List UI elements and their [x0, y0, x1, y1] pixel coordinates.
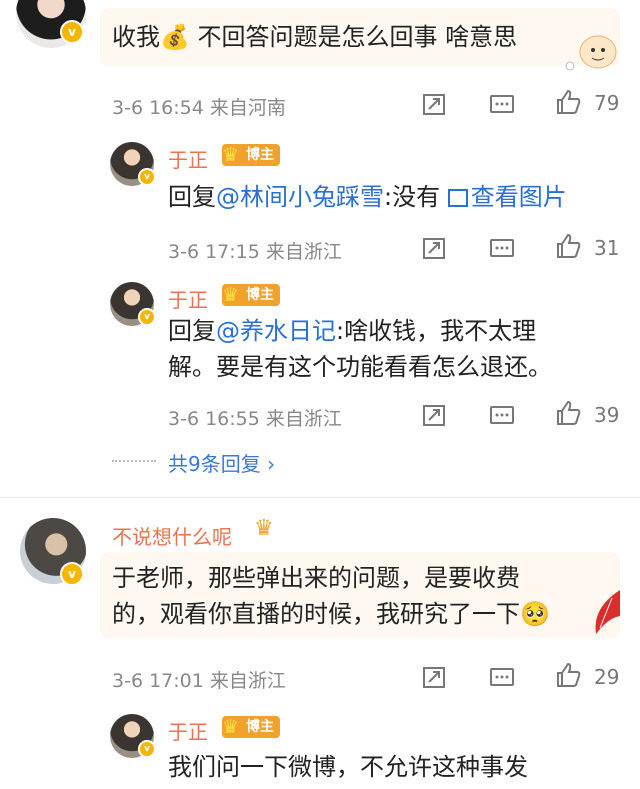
dotted-line [112, 460, 156, 462]
user-name[interactable]: 不说想什么呢 [112, 521, 232, 550]
crown-icon: ♛ [222, 716, 240, 738]
like-count: 31 [594, 236, 620, 260]
share-icon[interactable] [420, 401, 448, 429]
comment-meta: 3-6 17:15 来自浙江 [168, 241, 342, 263]
mention-link[interactable]: @养水日记 [216, 317, 336, 345]
share-icon[interactable] [420, 90, 448, 118]
thumbs-up-icon[interactable] [554, 232, 582, 260]
comment-text-line2: 的，观看你直播的时候，我研究了一下🥺 [112, 600, 550, 628]
thumbs-up-icon[interactable] [554, 399, 582, 427]
like-count: 29 [594, 665, 620, 689]
comment-icon[interactable] [488, 663, 516, 691]
verified-v-icon: v [138, 168, 156, 186]
comment-icon[interactable] [488, 401, 516, 429]
like-count: 39 [594, 403, 620, 427]
reply-text: 我们问一下微博，不允许这种事发 [168, 753, 528, 781]
share-icon[interactable] [420, 234, 448, 262]
comment-meta: 3-6 16:55 来自浙江 [168, 408, 342, 430]
mention-link[interactable]: @林间小兔踩雪 [216, 183, 384, 211]
sticker-decoration [560, 32, 620, 72]
user-name[interactable]: 于正 [168, 144, 208, 173]
reply-text: 回复@林间小兔踩雪:没有 查看图片 [168, 183, 567, 211]
chevron-right-icon: › [267, 452, 276, 476]
verified-v-icon: v [138, 308, 156, 326]
image-icon [447, 189, 468, 207]
comment-icon[interactable] [488, 234, 516, 262]
divider [0, 497, 640, 498]
user-name[interactable]: 于正 [168, 284, 208, 313]
thumbs-up-icon[interactable] [554, 88, 582, 116]
verified-v-icon: v [60, 562, 84, 586]
crown-icon: ♛ [254, 516, 274, 541]
more-replies-link[interactable]: 共9条回复 › [168, 448, 275, 477]
comment-text: 收我💰 不回答问题是怎么回事 啥意思 [112, 23, 518, 51]
pleading-face-emoji: 🥺 [520, 600, 550, 628]
crown-icon: ♛ [222, 144, 240, 166]
comment-text: 于老师，那些弹出来的问题，是要收费 [112, 564, 520, 592]
comment-meta: 3-6 17:01 来自浙江 [112, 670, 286, 692]
view-image-link[interactable]: 查看图片 [447, 183, 567, 211]
crown-icon: ♛ [222, 284, 240, 306]
comment-meta: 3-6 16:54 来自河南 [112, 97, 286, 119]
reply-text-line2: 解。要是有这个功能看看怎么退还。 [168, 353, 552, 381]
fan-decoration [582, 588, 622, 638]
share-icon[interactable] [420, 663, 448, 691]
reply-text: 回复@养水日记:啥收钱，我不太理 [168, 317, 537, 345]
comment-icon[interactable] [488, 90, 516, 118]
money-bag-emoji: 💰 [160, 23, 190, 51]
verified-v-icon: v [60, 20, 84, 44]
thumbs-up-icon[interactable] [554, 661, 582, 689]
like-count: 79 [594, 91, 620, 115]
user-name[interactable]: 于正 [168, 716, 208, 745]
verified-v-icon: v [138, 740, 156, 758]
